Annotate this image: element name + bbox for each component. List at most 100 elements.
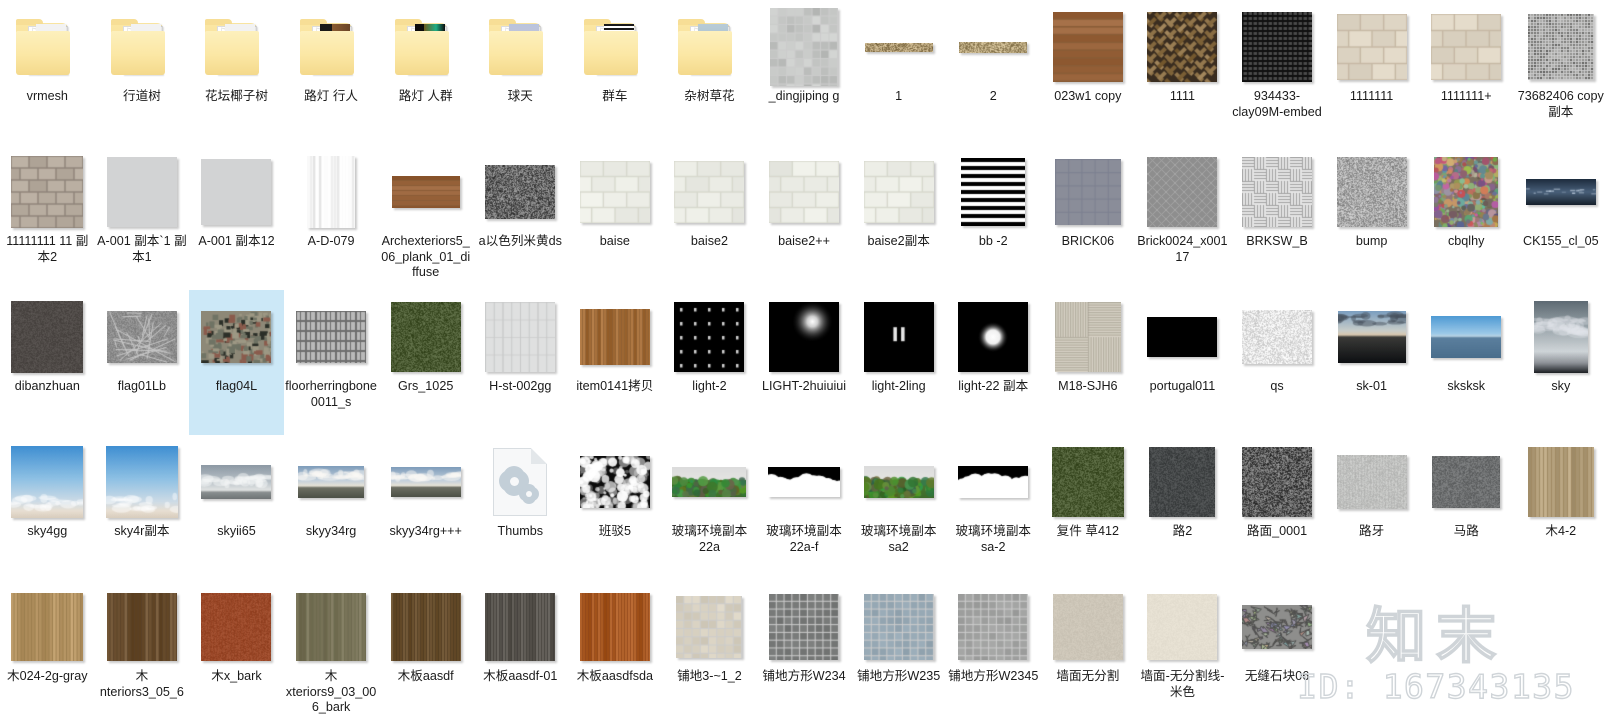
image-item[interactable]: sksksk (1419, 290, 1514, 435)
image-item[interactable]: 路牙 (1324, 435, 1419, 580)
image-item[interactable]: 木板aasdf-01 (473, 580, 568, 725)
item-label: A-001 副本`1 副本1 (96, 234, 188, 265)
image-item[interactable]: CK155_cl_05 (1514, 145, 1609, 290)
image-item[interactable]: 1111 (1135, 0, 1230, 145)
image-thumbnail (287, 153, 375, 231)
image-item[interactable]: light-2ling (851, 290, 946, 435)
image-item[interactable]: baise (568, 145, 663, 290)
image-item[interactable]: BRKSW_B (1230, 145, 1325, 290)
image-item[interactable]: flag04L (189, 290, 284, 435)
item-label: 木板aasdf-01 (474, 669, 566, 685)
image-item[interactable]: flag01Lb (95, 290, 190, 435)
image-item[interactable]: Archexteriors5_06_plank_01_diffuse (378, 145, 473, 290)
folder-icon (3, 8, 91, 86)
image-item[interactable]: a以色列米黄ds (473, 145, 568, 290)
image-item[interactable]: 复件 草412 (1041, 435, 1136, 580)
image-item[interactable]: 934433-clay09M-embed (1230, 0, 1325, 145)
image-item[interactable]: 玻璃环境副本sa-2 (946, 435, 1041, 580)
image-item[interactable]: 马路 (1419, 435, 1514, 580)
image-item[interactable]: 木x_bark (189, 580, 284, 725)
item-label: A-D-079 (285, 234, 377, 250)
image-item[interactable]: baise2 (662, 145, 757, 290)
image-item[interactable]: skyii65 (189, 435, 284, 580)
image-item[interactable]: 路2 (1135, 435, 1230, 580)
folder-item[interactable]: 路灯 行人 (284, 0, 379, 145)
image-item[interactable]: sk-01 (1324, 290, 1419, 435)
folder-item[interactable]: 杂树草花 (662, 0, 757, 145)
image-item[interactable]: 墙面无分割 (1041, 580, 1136, 725)
image-item[interactable]: 1111111 (1324, 0, 1419, 145)
image-item[interactable]: baise2副本 (851, 145, 946, 290)
image-item[interactable]: Grs_1025 (378, 290, 473, 435)
image-item[interactable]: 木板aasdfsda (568, 580, 663, 725)
image-thumbnail (1044, 153, 1132, 231)
item-label: 复件 草412 (1042, 524, 1134, 540)
image-item[interactable]: 班驳5 (568, 435, 663, 580)
image-item[interactable]: 玻璃环境副本22a-f (757, 435, 852, 580)
image-item[interactable]: bump (1324, 145, 1419, 290)
folder-item[interactable]: 行道树 (95, 0, 190, 145)
folder-item[interactable]: 球天 (473, 0, 568, 145)
image-item[interactable]: 023w1 copy (1041, 0, 1136, 145)
image-item[interactable]: 11111111 11 副本2 (0, 145, 95, 290)
item-label: CK155_cl_05 (1515, 234, 1607, 250)
item-label: 铺地方形W2345 (947, 669, 1039, 685)
file-item[interactable]: Thumbs (473, 435, 568, 580)
image-item[interactable]: skyy34rg (284, 435, 379, 580)
image-item[interactable]: portugal011 (1135, 290, 1230, 435)
image-item[interactable]: _dingjiping g (757, 0, 852, 145)
image-item[interactable]: 73682406 copy 副本 (1514, 0, 1609, 145)
image-item[interactable]: light-22 副本 (946, 290, 1041, 435)
image-item[interactable]: H-st-002gg (473, 290, 568, 435)
image-item[interactable]: dibanzhuan (0, 290, 95, 435)
image-item[interactable]: A-001 副本`1 副本1 (95, 145, 190, 290)
image-item[interactable]: 铺地方形W235 (851, 580, 946, 725)
image-item[interactable]: 木024-2g-gray (0, 580, 95, 725)
image-item[interactable]: 木4-2 (1514, 435, 1609, 580)
image-item[interactable]: 1111111+ (1419, 0, 1514, 145)
image-item[interactable]: M18-SJH6 (1041, 290, 1136, 435)
image-item[interactable]: sky (1514, 290, 1609, 435)
file-explorer-icon-grid[interactable]: vrmesh行道树花坛椰子树路灯 行人路灯 人群球天群车杂树草花_dingjip… (0, 0, 1609, 720)
folder-item[interactable]: 路灯 人群 (378, 0, 473, 145)
image-item[interactable]: 路面_0001 (1230, 435, 1325, 580)
image-item[interactable]: baise2++ (757, 145, 852, 290)
image-item[interactable]: sky4gg (0, 435, 95, 580)
image-item[interactable]: 1 (851, 0, 946, 145)
item-label: a以色列米黄ds (474, 234, 566, 250)
image-item[interactable]: LIGHT-2huiuiui (757, 290, 852, 435)
image-item[interactable]: skyy34rg+++ (378, 435, 473, 580)
item-label: _dingjiping g (758, 89, 850, 105)
image-item[interactable]: 木nteriors3_05_6 (95, 580, 190, 725)
image-item[interactable]: floorherringbone0011_s (284, 290, 379, 435)
folder-item[interactable]: 花坛椰子树 (189, 0, 284, 145)
folder-item[interactable]: 群车 (568, 0, 663, 145)
image-item[interactable]: bb -2 (946, 145, 1041, 290)
image-item[interactable]: 2 (946, 0, 1041, 145)
folder-item[interactable]: vrmesh (0, 0, 95, 145)
image-item[interactable]: 木xteriors9_03_006_bark (284, 580, 379, 725)
item-label: sk-01 (1326, 379, 1418, 395)
image-thumbnail (1422, 298, 1510, 376)
image-item[interactable]: 玻璃环境副本sa2 (851, 435, 946, 580)
image-item[interactable]: 铺地方形W234 (757, 580, 852, 725)
image-item[interactable]: light-2 (662, 290, 757, 435)
image-item[interactable]: 铺地3-~1_2 (662, 580, 757, 725)
image-item[interactable]: cbqlhy (1419, 145, 1514, 290)
image-item[interactable]: Brick0024_x00117 (1135, 145, 1230, 290)
image-item[interactable]: 无缝石块06 (1230, 580, 1325, 725)
image-item[interactable]: 玻璃环境副本22a (662, 435, 757, 580)
image-thumbnail (382, 588, 470, 666)
image-item[interactable]: BRICK06 (1041, 145, 1136, 290)
image-item[interactable]: 铺地方形W2345 (946, 580, 1041, 725)
image-item[interactable]: qs (1230, 290, 1325, 435)
image-item[interactable]: 墙面-无分割线-米色 (1135, 580, 1230, 725)
image-item[interactable]: item0141拷贝 (568, 290, 663, 435)
image-thumbnail (1044, 588, 1132, 666)
image-item[interactable]: 木板aasdf (378, 580, 473, 725)
image-item[interactable]: A-D-079 (284, 145, 379, 290)
item-label: Grs_1025 (380, 379, 472, 395)
image-item[interactable]: sky4r副本 (95, 435, 190, 580)
item-label: 木024-2g-gray (1, 669, 93, 685)
image-item[interactable]: A-001 副本12 (189, 145, 284, 290)
